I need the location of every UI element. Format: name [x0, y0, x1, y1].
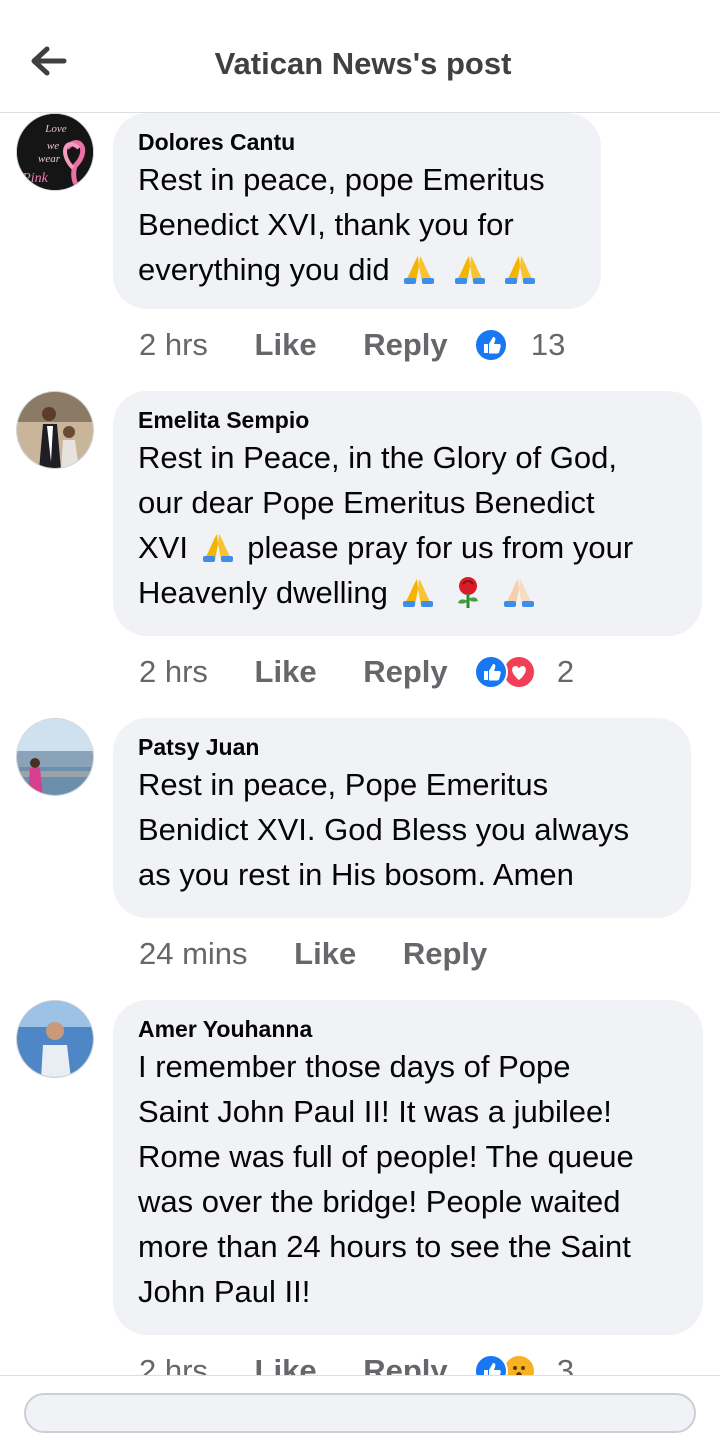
- like-button[interactable]: Like: [255, 654, 317, 690]
- avatar[interactable]: Love we wear Pink: [16, 113, 94, 191]
- comment-line-text: Heavenly dwelling: [138, 575, 388, 610]
- like-reaction-icon: [474, 654, 509, 689]
- comment-actions: 24 mins Like Reply: [139, 934, 525, 974]
- comment-line: Benedict XVI, thank you for: [138, 207, 514, 242]
- comment-actions: 2 hrs Like Reply 13: [139, 325, 565, 365]
- comment-author[interactable]: Amer Youhanna: [138, 1014, 677, 1044]
- comment-author[interactable]: Emelita Sempio: [138, 405, 676, 435]
- folded-hands-emoji: [503, 579, 534, 607]
- comment-text: Rest in peace, Pope Emeritus Benidict XV…: [138, 762, 665, 897]
- reactions-summary[interactable]: [474, 654, 537, 689]
- comment-bubble[interactable]: Dolores Cantu Rest in peace, pope Emerit…: [113, 113, 601, 309]
- comment-bubble[interactable]: Patsy Juan Rest in peace, Pope Emeritus …: [113, 718, 691, 918]
- comment-actions: 2 hrs Like Reply 3: [139, 1351, 574, 1375]
- svg-text:wear: wear: [38, 153, 61, 165]
- comment-line-text: XVI: [138, 530, 188, 565]
- svg-text:Pink: Pink: [21, 171, 48, 186]
- comment-line: Rest in peace, Pope Emeritus: [138, 767, 549, 802]
- folded-hands-emoji: [454, 256, 485, 284]
- comment-line: more than 24 hours to see the Saint: [138, 1229, 631, 1264]
- comment-line: Saint John Paul II! It was a jubilee!: [138, 1094, 612, 1129]
- reaction-count[interactable]: 3: [557, 1353, 574, 1375]
- folded-hands-emoji: [404, 256, 435, 284]
- rose-emoji: [458, 577, 479, 608]
- comment-timestamp[interactable]: 2 hrs: [139, 654, 208, 690]
- comment-timestamp[interactable]: 24 mins: [139, 936, 248, 972]
- comment-line: XVI please pray for us from your: [138, 525, 676, 570]
- folded-hands-emoji: [402, 579, 433, 607]
- comment-line: Heavenly dwelling: [138, 570, 676, 615]
- reaction-count[interactable]: 13: [531, 327, 565, 363]
- avatar[interactable]: [16, 718, 94, 796]
- like-button[interactable]: Like: [294, 936, 356, 972]
- page-title: Vatican News's post: [214, 46, 512, 81]
- comment-author[interactable]: Dolores Cantu: [138, 127, 575, 157]
- svg-text:Love: Love: [44, 123, 67, 135]
- like-button[interactable]: Like: [255, 327, 317, 363]
- comment-bubble[interactable]: Emelita Sempio Rest in Peace, in the Glo…: [113, 391, 702, 636]
- avatar[interactable]: [16, 391, 94, 469]
- reactions-summary[interactable]: [474, 327, 509, 362]
- avatar[interactable]: [16, 1000, 94, 1078]
- comment-line-text: everything you did: [138, 252, 390, 287]
- comment-actions: 2 hrs Like Reply 2: [139, 652, 574, 692]
- comments-list[interactable]: Love we wear Pink Dolores Cantu Rest in …: [0, 113, 720, 1375]
- folded-hands-emoji: [202, 534, 233, 562]
- reply-button[interactable]: Reply: [363, 654, 447, 690]
- comment-line-text: please pray for us from your: [247, 530, 634, 565]
- reactions-summary[interactable]: [474, 1353, 537, 1375]
- comment-line: everything you did: [138, 247, 575, 292]
- top-bar: Vatican News's post: [0, 0, 720, 113]
- svg-text:we: we: [47, 140, 59, 152]
- comment-text: Rest in peace, pope Emeritus Benedict XV…: [138, 157, 575, 292]
- reaction-count[interactable]: 2: [557, 654, 574, 690]
- folded-hands-emoji: [505, 256, 536, 284]
- comment-line: John Paul II!: [138, 1274, 311, 1309]
- reply-button[interactable]: Reply: [403, 936, 487, 972]
- comment-line: was over the bridge! People waited: [138, 1184, 621, 1219]
- comment-author[interactable]: Patsy Juan: [138, 732, 665, 762]
- write-comment-input[interactable]: [24, 1393, 696, 1433]
- reply-button[interactable]: Reply: [363, 327, 447, 363]
- like-button[interactable]: Like: [255, 1353, 317, 1375]
- reply-button[interactable]: Reply: [363, 1353, 447, 1375]
- comment-timestamp[interactable]: 2 hrs: [139, 1353, 208, 1375]
- comment-bubble[interactable]: Amer Youhanna I remember those days of P…: [113, 1000, 703, 1335]
- comment-line: Rest in peace, pope Emeritus: [138, 162, 545, 197]
- comment-timestamp[interactable]: 2 hrs: [139, 327, 208, 363]
- comment-line: Rome was full of people! The queue: [138, 1139, 634, 1174]
- comment-line: Rest in Peace, in the Glory of God,: [138, 440, 618, 475]
- comment-line: I remember those days of Pope: [138, 1049, 571, 1084]
- comment-text: I remember those days of Pope Saint John…: [138, 1044, 677, 1314]
- like-reaction-icon: [474, 327, 509, 362]
- comment-line: as you rest in His bosom. Amen: [138, 857, 574, 892]
- comment-text: Rest in Peace, in the Glory of God, our …: [138, 435, 676, 615]
- comment-line: our dear Pope Emeritus Benedict: [138, 485, 595, 520]
- like-reaction-icon: [474, 1353, 509, 1375]
- comment-line: Benidict XVI. God Bless you always: [138, 812, 630, 847]
